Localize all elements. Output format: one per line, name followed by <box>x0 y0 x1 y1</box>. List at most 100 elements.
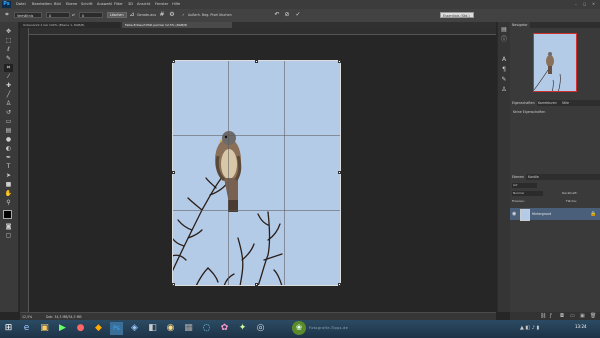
lasso-icon[interactable]: ℓ <box>4 46 13 54</box>
blur-icon[interactable]: ● <box>4 136 13 144</box>
menu-bild[interactable]: Bild <box>54 2 61 6</box>
explorer-icon[interactable]: ▣ <box>38 322 51 335</box>
ie-icon[interactable]: e <box>20 322 33 335</box>
crop-handle-bottom[interactable] <box>255 283 258 286</box>
fx-icon[interactable]: ƒ <box>550 313 552 319</box>
delete-crop-checkbox-icon[interactable]: ✓ <box>182 13 185 17</box>
menu-ebene[interactable]: Ebene <box>66 2 77 6</box>
pen-icon[interactable]: ✒ <box>4 154 13 162</box>
crop-handle-bottom-right[interactable] <box>338 283 341 286</box>
app-pink-icon[interactable]: ✿ <box>218 322 231 335</box>
type-icon[interactable]: T <box>4 163 13 171</box>
width-field[interactable]: 0 <box>46 12 70 18</box>
app-orange-icon[interactable]: ◆ <box>92 322 105 335</box>
crop-handle-bottom-left[interactable] <box>172 283 175 286</box>
maximize-icon[interactable]: □ <box>583 2 586 6</box>
character-icon[interactable]: A <box>500 56 508 64</box>
stamp-icon[interactable]: ♙ <box>4 100 13 108</box>
marquee-icon[interactable]: ⬚ <box>4 37 13 45</box>
tab-styles[interactable]: Stile <box>560 100 571 106</box>
dodge-icon[interactable]: ◐ <box>4 145 13 153</box>
app-grid-icon[interactable]: ▦ <box>182 322 195 335</box>
brush-presets-icon[interactable]: ✎ <box>500 76 508 84</box>
crop-handle-left[interactable] <box>172 171 175 174</box>
minimize-icon[interactable]: – <box>575 2 577 6</box>
reset-icon[interactable]: ↶ <box>273 11 281 19</box>
menu-schrift[interactable]: Schrift <box>81 2 93 6</box>
menu-bearbeiten[interactable]: Bearbeiten <box>32 2 52 6</box>
info-icon[interactable]: ⓘ <box>500 36 508 44</box>
media-icon[interactable]: ▶ <box>56 322 69 335</box>
new-layer-icon[interactable]: ▣ <box>580 313 585 319</box>
zoom-level[interactable]: 12,5% <box>22 315 32 319</box>
menu-ansicht[interactable]: Ansicht <box>137 2 150 6</box>
ratio-select[interactable]: Verhältnis <box>14 12 42 18</box>
app-cyan-icon[interactable]: ◌ <box>200 322 213 335</box>
paragraph-icon[interactable]: ¶ <box>500 66 508 74</box>
clear-button[interactable]: Löschen <box>107 12 127 18</box>
menu-fenster[interactable]: Fenster <box>155 2 168 6</box>
crop-icon[interactable]: ⌗ <box>4 64 13 72</box>
clone-source-icon[interactable]: ♙ <box>500 86 508 94</box>
tab-layers[interactable]: Ebenen <box>510 174 526 180</box>
tab-adjustments[interactable]: Korrekturen <box>536 100 559 106</box>
commit-crop-icon[interactable]: ✓ <box>294 11 302 19</box>
windows-start-icon[interactable]: ⊞ <box>2 322 15 335</box>
app-white-icon[interactable]: ◎ <box>254 322 267 335</box>
document-size[interactable]: Dok: 34,3 MB/34,3 MB <box>46 315 82 319</box>
eraser-icon[interactable]: ▭ <box>4 118 13 126</box>
history-brush-icon[interactable]: ↺ <box>4 109 13 117</box>
app-red-icon[interactable]: ● <box>74 322 87 335</box>
trash-icon[interactable]: 🗑 <box>590 313 596 319</box>
folder-icon[interactable]: ▭ <box>570 313 575 319</box>
app-green-icon[interactable]: ✦ <box>236 322 249 335</box>
tab-properties[interactable]: Eigenschaften <box>510 100 537 106</box>
layer-row-background[interactable]: ◉ Hintergrund 🔒 <box>510 208 600 221</box>
shape-icon[interactable]: ■ <box>4 181 13 189</box>
app-blue-icon[interactable]: ◈ <box>128 322 141 335</box>
menu-hilfe[interactable]: Hilfe <box>172 2 180 6</box>
menu-auswahl[interactable]: Auswahl <box>97 2 112 6</box>
app-yellow-icon[interactable]: ◉ <box>164 322 177 335</box>
menu-3d[interactable]: 3D <box>128 2 133 6</box>
history-icon[interactable]: ▤ <box>500 26 508 34</box>
overlay-grid-icon[interactable]: # <box>158 11 166 19</box>
app-gray-icon[interactable]: ◧ <box>146 322 159 335</box>
straighten-icon[interactable]: ⊿ <box>128 11 136 19</box>
quick-mask-icon[interactable]: ◙ <box>4 223 13 231</box>
zoom-icon[interactable]: ⚲ <box>4 199 13 207</box>
crop-handle-right[interactable] <box>338 171 341 174</box>
menu-datei[interactable]: Datei <box>16 2 26 6</box>
cancel-crop-icon[interactable]: ⊘ <box>283 11 291 19</box>
mask-icon[interactable]: ◘ <box>560 313 564 319</box>
brush-icon[interactable]: ╱ <box>4 91 13 99</box>
crop-handle-top-left[interactable] <box>172 60 175 63</box>
tray-icons[interactable]: ▲ ◧ ♪ ▮ <box>520 325 539 331</box>
menu-filter[interactable]: Filter <box>114 2 123 6</box>
crop-tool-icon[interactable]: ⌗ <box>3 11 11 19</box>
blend-mode-select[interactable]: Normal <box>512 191 543 196</box>
healing-icon[interactable]: ✚ <box>4 82 13 90</box>
tab-navigator[interactable]: Navigator <box>510 22 530 28</box>
path-select-icon[interactable]: ➤ <box>4 172 13 180</box>
gradient-icon[interactable]: ▤ <box>4 127 13 135</box>
tab-channels[interactable]: Kanäle <box>526 174 541 180</box>
visibility-eye-icon[interactable]: ◉ <box>512 211 516 217</box>
layer-kind-filter[interactable]: Art <box>512 183 537 188</box>
quick-select-icon[interactable]: ✎ <box>4 55 13 63</box>
image-canvas[interactable] <box>172 60 341 286</box>
screen-mode-icon[interactable]: ▢ <box>4 232 13 240</box>
close-icon[interactable]: ✕ <box>592 2 595 6</box>
navigator-thumbnail[interactable] <box>533 33 577 92</box>
foreground-color-swatch[interactable] <box>3 210 12 219</box>
move-icon[interactable]: ✥ <box>4 28 13 36</box>
settings-gear-icon[interactable]: ⚙ <box>168 11 176 19</box>
crop-handle-top[interactable] <box>255 60 258 63</box>
swap-icon[interactable]: ⇄ <box>72 13 75 17</box>
height-field[interactable]: 0 <box>79 12 103 18</box>
eyedropper-icon[interactable]: ⁄ <box>4 73 13 81</box>
link-layers-icon[interactable]: ⛓ <box>540 313 546 319</box>
workspace-select[interactable]: Essentials (Std.) <box>440 12 474 18</box>
crop-handle-top-right[interactable] <box>338 60 341 63</box>
hand-icon[interactable]: ✋ <box>4 190 13 198</box>
